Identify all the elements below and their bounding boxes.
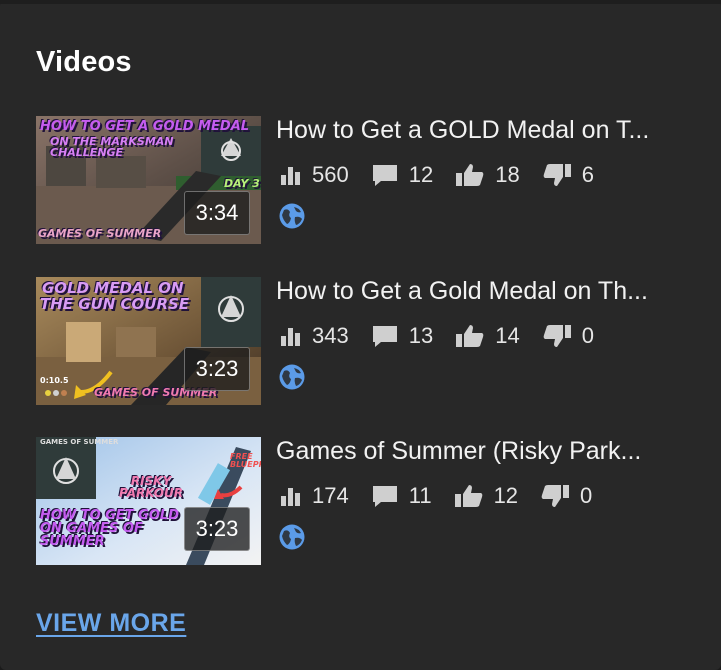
video-item[interactable]: GOLD MEDAL ON THE GUN COURSE GAMES OF SU… [36, 277, 706, 407]
globe-icon [279, 364, 305, 390]
bar-chart-icon [281, 328, 300, 346]
likes-count: 18 [495, 162, 520, 187]
comments-count: 11 [408, 483, 432, 508]
thumbnail-caption: 0:10.5 [40, 376, 69, 385]
video-stats: 343 13 14 0 [280, 321, 616, 351]
video-item[interactable]: RISKY PARKOUR HOW TO GET GOLD ON GAMES O… [36, 437, 706, 567]
dislikes-count: 0 [581, 323, 594, 348]
globe-icon [279, 524, 305, 550]
video-thumbnail[interactable]: RISKY PARKOUR HOW TO GET GOLD ON GAMES O… [36, 437, 261, 565]
thumbnail-caption: HOW TO GET GOLD ON GAMES OF SUMMER [40, 508, 179, 549]
thumbnail-caption: GAMES OF SUMMER [40, 438, 119, 446]
views-count: 560 [312, 162, 349, 187]
views-stat: 174 [280, 483, 349, 509]
thumbs-up-icon [456, 325, 484, 347]
video-stats: 174 11 12 0 [280, 481, 614, 511]
video-thumbnail[interactable]: HOW TO GET A GOLD MEDAL ON THE MARKSMAN … [36, 116, 261, 244]
video-title[interactable]: How to Get a Gold Medal on Th... [276, 277, 706, 306]
likes-stat: 18 [455, 162, 520, 188]
comment-icon [372, 165, 397, 186]
comment-icon [372, 326, 397, 347]
dislikes-stat: 6 [542, 162, 594, 188]
thumbs-down-icon [541, 485, 570, 507]
thumbnail-caption: FREE BLUEPRINT [230, 452, 261, 469]
thumbnail-caption: ON THE MARKSMAN CHALLENGE [50, 135, 174, 159]
globe-icon [279, 203, 305, 229]
likes-count: 14 [495, 323, 520, 348]
dislikes-count: 0 [580, 483, 593, 508]
thumbs-up-icon [456, 164, 484, 186]
bar-chart-icon [281, 167, 300, 185]
view-more-link[interactable]: VIEW MORE [36, 609, 186, 638]
comments-stat: 13 [371, 323, 433, 349]
thumbnail-caption: HOW TO GET A GOLD MEDAL [40, 119, 250, 134]
thumbs-up-icon [454, 485, 482, 507]
views-stat: 343 [280, 323, 349, 349]
views-count: 343 [312, 323, 349, 348]
top-divider [0, 0, 721, 4]
thumbnail-caption: RISKY PARKOUR [119, 474, 183, 500]
duration-badge: 3:23 [184, 347, 250, 391]
likes-stat: 12 [454, 483, 518, 509]
dislikes-count: 6 [581, 162, 594, 187]
duration-badge: 3:23 [184, 507, 250, 551]
thumbnail-caption: DAY 3 [224, 177, 260, 190]
comments-stat: 11 [371, 483, 432, 509]
comments-stat: 12 [371, 162, 433, 188]
thumbnail-caption: GAMES OF SUMMER [38, 227, 162, 240]
video-thumbnail[interactable]: GOLD MEDAL ON THE GUN COURSE GAMES OF SU… [36, 277, 261, 405]
dislikes-stat: 0 [542, 323, 594, 349]
likes-stat: 14 [455, 323, 520, 349]
comments-count: 12 [408, 162, 434, 187]
thumbs-down-icon [543, 164, 571, 186]
section-title: Videos [36, 46, 132, 78]
thumbs-down-icon [543, 325, 571, 347]
dislikes-stat: 0 [540, 483, 592, 509]
video-stats: 560 12 18 6 [280, 160, 616, 190]
thumbnail-caption: THE GUN COURSE [40, 295, 190, 313]
video-title[interactable]: Games of Summer (Risky Park... [276, 437, 706, 466]
duration-badge: 3:34 [184, 191, 250, 235]
bar-chart-icon [281, 488, 300, 506]
video-title[interactable]: How to Get a GOLD Medal on T... [276, 116, 706, 145]
video-item[interactable]: HOW TO GET A GOLD MEDAL ON THE MARKSMAN … [36, 116, 706, 246]
comments-count: 13 [408, 323, 434, 348]
likes-count: 12 [493, 483, 519, 508]
views-count: 174 [312, 483, 349, 508]
videos-card: Videos HOW TO GET A GOLD MEDAL ON THE MA… [0, 0, 721, 670]
thumbnail-caption: GOLD MEDAL ON [42, 279, 184, 297]
comment-icon [372, 486, 397, 507]
views-stat: 560 [280, 162, 349, 188]
